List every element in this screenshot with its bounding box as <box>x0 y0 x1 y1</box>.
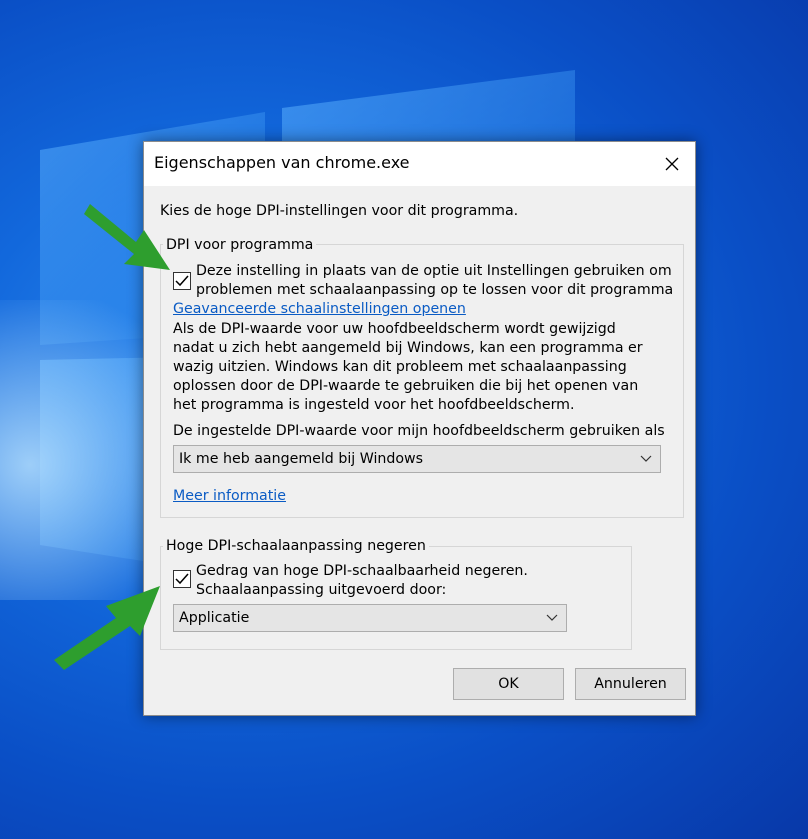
ok-button[interactable]: OK <box>453 668 564 700</box>
dpi-dropdown-value: Ik me heb aangemeld bij Windows <box>179 451 424 467</box>
override-group-legend: Hoge DPI-schaalaanpassing negeren <box>163 537 429 556</box>
dpi-checkbox-label-line1: Deze instelling in plaats van de optie u… <box>196 263 672 279</box>
dpi-description-line: het programma is ingesteld voor het hoof… <box>173 397 575 413</box>
close-icon <box>665 157 679 171</box>
override-checkbox-label-line2: Schaalaanpassing uitgevoerd door: <box>196 582 447 598</box>
properties-dialog: Eigenschappen van chrome.exe Kies de hog… <box>143 141 696 716</box>
check-icon <box>175 573 189 585</box>
green-arrow-icon <box>54 586 160 670</box>
intro-text: Kies de hoge DPI-instellingen voor dit p… <box>160 203 519 219</box>
chevron-down-icon <box>546 614 558 621</box>
dpi-description-line: oplossen door de DPI-waarde te gebruiken… <box>173 378 639 394</box>
dpi-group-legend: DPI voor programma <box>163 236 317 255</box>
title-bar: Eigenschappen van chrome.exe <box>144 142 695 186</box>
dpi-description-line: nadat u zich hebt aangemeld bij Windows,… <box>173 340 643 356</box>
scaling-dropdown-value: Applicatie <box>179 610 250 626</box>
advanced-scaling-link[interactable]: Geavanceerde schaalinstellingen openen <box>173 300 466 319</box>
override-scaling-checkbox[interactable] <box>173 570 191 588</box>
more-info-link[interactable]: Meer informatie <box>173 487 286 506</box>
green-arrow-icon <box>84 204 170 270</box>
cancel-button[interactable]: Annuleren <box>575 668 686 700</box>
dpi-select-label: De ingestelde DPI-waarde voor mijn hoofd… <box>173 423 665 439</box>
scaling-performed-by-dropdown[interactable]: Applicatie <box>173 604 567 632</box>
window-title: Eigenschappen van chrome.exe <box>154 153 410 172</box>
chevron-down-icon <box>640 455 652 462</box>
dpi-description-line: Als de DPI-waarde voor uw hoofdbeeldsche… <box>173 321 616 337</box>
override-checkbox-label-line1: Gedrag van hoge DPI-schaalbaarheid neger… <box>196 563 528 579</box>
close-button[interactable] <box>649 142 695 186</box>
dpi-value-dropdown[interactable]: Ik me heb aangemeld bij Windows <box>173 445 661 473</box>
dpi-checkbox-label-line2: problemen met schaalaanpassing op te los… <box>196 282 674 298</box>
dpi-description-line: wazig uitzien. Windows kan dit probleem … <box>173 359 627 375</box>
